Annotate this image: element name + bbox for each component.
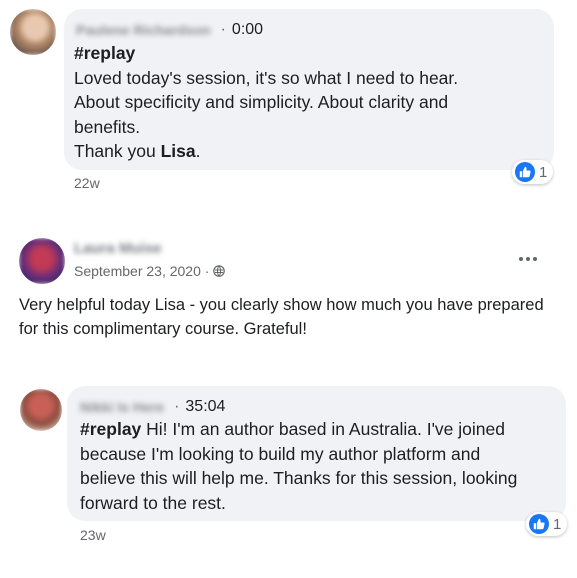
more-options-icon[interactable]: [519, 257, 537, 261]
like-icon: [515, 162, 535, 182]
comment-age[interactable]: 23w: [80, 527, 106, 543]
comment-line: because I'm looking to build my author p…: [80, 443, 481, 464]
globe-icon: [213, 265, 226, 277]
hashtag[interactable]: #replay: [74, 43, 135, 63]
comment-age[interactable]: 22w: [74, 175, 100, 191]
separator: ·: [174, 398, 180, 415]
post-body: Very helpful today Lisa - you clearly sh…: [19, 293, 569, 341]
reaction-count: 1: [539, 163, 548, 181]
comment-header: Nikki Is Here · 35:04: [80, 398, 225, 416]
reaction-badge[interactable]: 1: [512, 160, 554, 184]
comment-header: Paulene Richardson · 0:00: [76, 21, 263, 39]
separator: ·: [220, 21, 226, 38]
post-date[interactable]: September 23, 2020 ·: [74, 263, 209, 279]
avatar[interactable]: [20, 389, 62, 431]
comment-line: About specificity and simplicity. About …: [74, 92, 449, 112]
comment-line: Loved today's session, it's so what I ne…: [74, 67, 459, 88]
post-line: for this complimentary course. Grateful!: [19, 320, 307, 338]
comment-line: benefits.: [74, 116, 141, 137]
comment-line: #replay Hi! I'm an author based in Austr…: [80, 419, 505, 439]
comment-line: believe this will help me. Thanks for th…: [80, 468, 518, 488]
comment-author[interactable]: Paulene Richardson: [76, 22, 211, 38]
like-icon: [529, 514, 549, 534]
mention[interactable]: Lisa: [161, 141, 196, 161]
reaction-count: 1: [553, 515, 562, 533]
avatar[interactable]: [10, 9, 56, 55]
video-timestamp[interactable]: 35:04: [185, 398, 225, 416]
comment-text: #replay Loved today's session, it's so w…: [74, 41, 544, 164]
post-meta: September 23, 2020 ·: [74, 263, 226, 279]
avatar[interactable]: [19, 238, 65, 284]
hashtag[interactable]: #replay: [80, 419, 141, 439]
post-line: Very helpful today Lisa - you clearly sh…: [19, 296, 544, 314]
comment-line: Thank you Lisa.: [74, 141, 201, 161]
reaction-badge[interactable]: 1: [526, 512, 568, 536]
comment-text: #replay Hi! I'm an author based in Austr…: [80, 417, 560, 515]
comment-author[interactable]: Nikki Is Here: [80, 399, 164, 415]
post-author[interactable]: Laura Muise: [74, 240, 162, 257]
comment-line: forward to the rest.: [80, 492, 226, 513]
video-timestamp[interactable]: 0:00: [232, 21, 263, 39]
